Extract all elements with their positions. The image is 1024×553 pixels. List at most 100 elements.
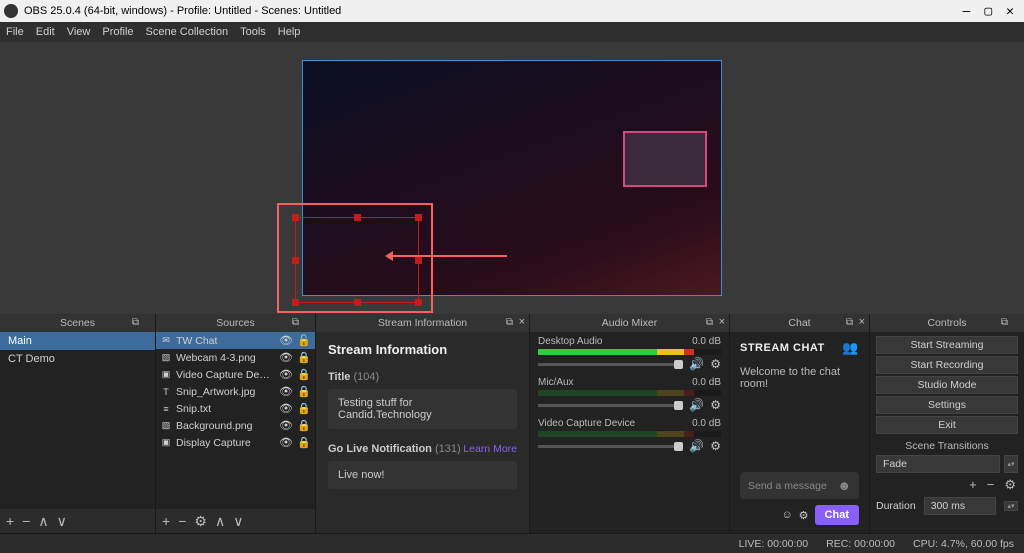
visibility-toggle-icon[interactable]: 👁 [279,368,293,381]
chat-emote-icon[interactable]: ☻ [837,478,851,493]
menu-profile[interactable]: Profile [102,26,133,38]
channel-name: Video Capture Device [538,418,635,429]
remove-transition-button[interactable]: − [987,477,995,493]
scene-item[interactable]: CT Demo [0,350,155,368]
stream-info-popout-icon[interactable]: ⧉ [506,317,513,328]
add-scene-button[interactable]: + [6,513,14,529]
webcam-source-overlay[interactable] [623,131,707,187]
menu-scene-collection[interactable]: Scene Collection [146,26,229,38]
mute-icon[interactable]: 🔊 [689,398,704,412]
move-source-down-button[interactable]: ∨ [233,513,243,530]
volume-slider[interactable] [538,404,683,407]
add-source-button[interactable]: + [162,513,170,529]
minimize-button[interactable]: — [963,4,971,19]
source-label: TW Chat [176,335,275,347]
controls-popout-icon[interactable]: ⧉ [1001,317,1008,328]
chat-placeholder: Send a message [748,480,827,492]
settings-button[interactable]: Settings [876,396,1018,414]
golive-input[interactable]: Live now! [328,461,517,489]
add-transition-button[interactable]: + [969,477,977,493]
visibility-toggle-icon[interactable]: 👁 [279,436,293,449]
visibility-toggle-icon[interactable]: 👁 [279,419,293,432]
sources-list[interactable]: ✉TW Chat👁🔓▧Webcam 4-3.png👁🔒▣Video Captur… [156,332,315,509]
chat-users-icon[interactable]: 👥 [842,340,859,356]
source-row[interactable]: ▣Display Capture👁🔒 [156,434,315,451]
lock-toggle-icon[interactable]: 🔓 [297,334,311,347]
chat-send-button[interactable]: Chat [815,505,859,525]
channel-settings-icon[interactable]: ⚙ [710,439,721,453]
visibility-toggle-icon[interactable]: 👁 [279,351,293,364]
lock-toggle-icon[interactable]: 🔒 [297,402,311,415]
visibility-toggle-icon[interactable]: 👁 [279,402,293,415]
menu-edit[interactable]: Edit [36,26,55,38]
channel-settings-icon[interactable]: ⚙ [710,357,721,371]
stream-title-label: Title [328,371,350,383]
transition-spinner[interactable]: ▴▾ [1004,455,1018,473]
sources-panel: Sources ⧉ ✉TW Chat👁🔓▧Webcam 4-3.png👁🔒▣Vi… [156,314,316,533]
menu-file[interactable]: File [6,26,24,38]
lock-toggle-icon[interactable]: 🔒 [297,436,311,449]
move-source-up-button[interactable]: ∧ [215,513,225,530]
menu-view[interactable]: View [67,26,91,38]
source-row[interactable]: ≡Snip.txt👁🔒 [156,400,315,417]
start-streaming-button[interactable]: Start Streaming [876,336,1018,354]
menu-help[interactable]: Help [278,26,301,38]
scenes-popout-icon[interactable]: ⧉ [132,317,139,328]
source-row[interactable]: ▧Background.png👁🔒 [156,417,315,434]
volume-slider[interactable] [538,363,683,366]
controls-body: Start Streaming Start Recording Studio M… [870,332,1024,533]
scenes-list[interactable]: Main CT Demo [0,332,155,509]
stream-info-close-icon[interactable]: × [519,316,525,328]
volume-slider[interactable] [538,445,683,448]
source-type-icon: ✉ [160,335,172,347]
lock-toggle-icon[interactable]: 🔒 [297,419,311,432]
source-row[interactable]: TSnip_Artwork.jpg👁🔒 [156,383,315,400]
stream-title-input[interactable]: Testing stuff for Candid.Technology [328,389,517,429]
sources-popout-icon[interactable]: ⧉ [292,317,299,328]
chat-message-input[interactable]: Send a message ☻ [740,472,859,499]
lock-toggle-icon[interactable]: 🔒 [297,385,311,398]
learn-more-link[interactable]: Learn More [463,443,517,455]
selected-source-bounds[interactable] [295,217,419,303]
chat-popout-icon[interactable]: ⧉ [846,317,853,328]
lock-toggle-icon[interactable]: 🔒 [297,368,311,381]
annotation-arrow-icon [387,255,507,257]
start-recording-button[interactable]: Start Recording [876,356,1018,374]
preview-area[interactable] [0,42,1024,314]
source-settings-button[interactable]: ⚙ [194,513,207,530]
preview-canvas[interactable] [302,60,722,296]
studio-mode-button[interactable]: Studio Mode [876,376,1018,394]
mute-icon[interactable]: 🔊 [689,439,704,453]
duration-label: Duration [876,500,916,512]
maximize-button[interactable]: ▢ [984,4,992,19]
chat-emoji-icon[interactable]: ☺ [781,509,792,521]
lock-toggle-icon[interactable]: 🔒 [297,351,311,364]
chat-close-icon[interactable]: × [859,316,865,328]
exit-button[interactable]: Exit [876,416,1018,434]
move-scene-down-button[interactable]: ∨ [57,513,67,530]
move-scene-up-button[interactable]: ∧ [38,513,48,530]
scene-item[interactable]: Main [0,332,155,350]
transition-select[interactable]: Fade [876,455,1000,473]
controls-header: Controls ⧉ [870,314,1024,332]
source-row[interactable]: ▣Video Capture Device👁🔒 [156,366,315,383]
audio-mixer-body: Desktop Audio0.0 dB🔊⚙Mic/Aux0.0 dB🔊⚙Vide… [530,332,729,533]
duration-input[interactable]: 300 ms [924,497,996,515]
golive-count: (131) [435,443,461,455]
source-row[interactable]: ▧Webcam 4-3.png👁🔒 [156,349,315,366]
visibility-toggle-icon[interactable]: 👁 [279,385,293,398]
transition-settings-button[interactable]: ⚙ [1004,477,1016,493]
audio-mixer-close-icon[interactable]: × [719,316,725,328]
audio-mixer-popout-icon[interactable]: ⧉ [706,317,713,328]
remove-source-button[interactable]: − [178,513,186,529]
chat-settings-icon[interactable]: ⚙ [799,509,809,522]
source-row[interactable]: ✉ TW Chat 👁 🔓 [156,332,315,349]
remove-scene-button[interactable]: − [22,513,30,529]
duration-value: 300 ms [931,500,965,512]
mute-icon[interactable]: 🔊 [689,357,704,371]
visibility-toggle-icon[interactable]: 👁 [279,334,293,347]
duration-spinner[interactable]: ▴▾ [1004,501,1018,511]
channel-settings-icon[interactable]: ⚙ [710,398,721,412]
close-button[interactable]: ✕ [1006,4,1014,19]
menu-tools[interactable]: Tools [240,26,266,38]
